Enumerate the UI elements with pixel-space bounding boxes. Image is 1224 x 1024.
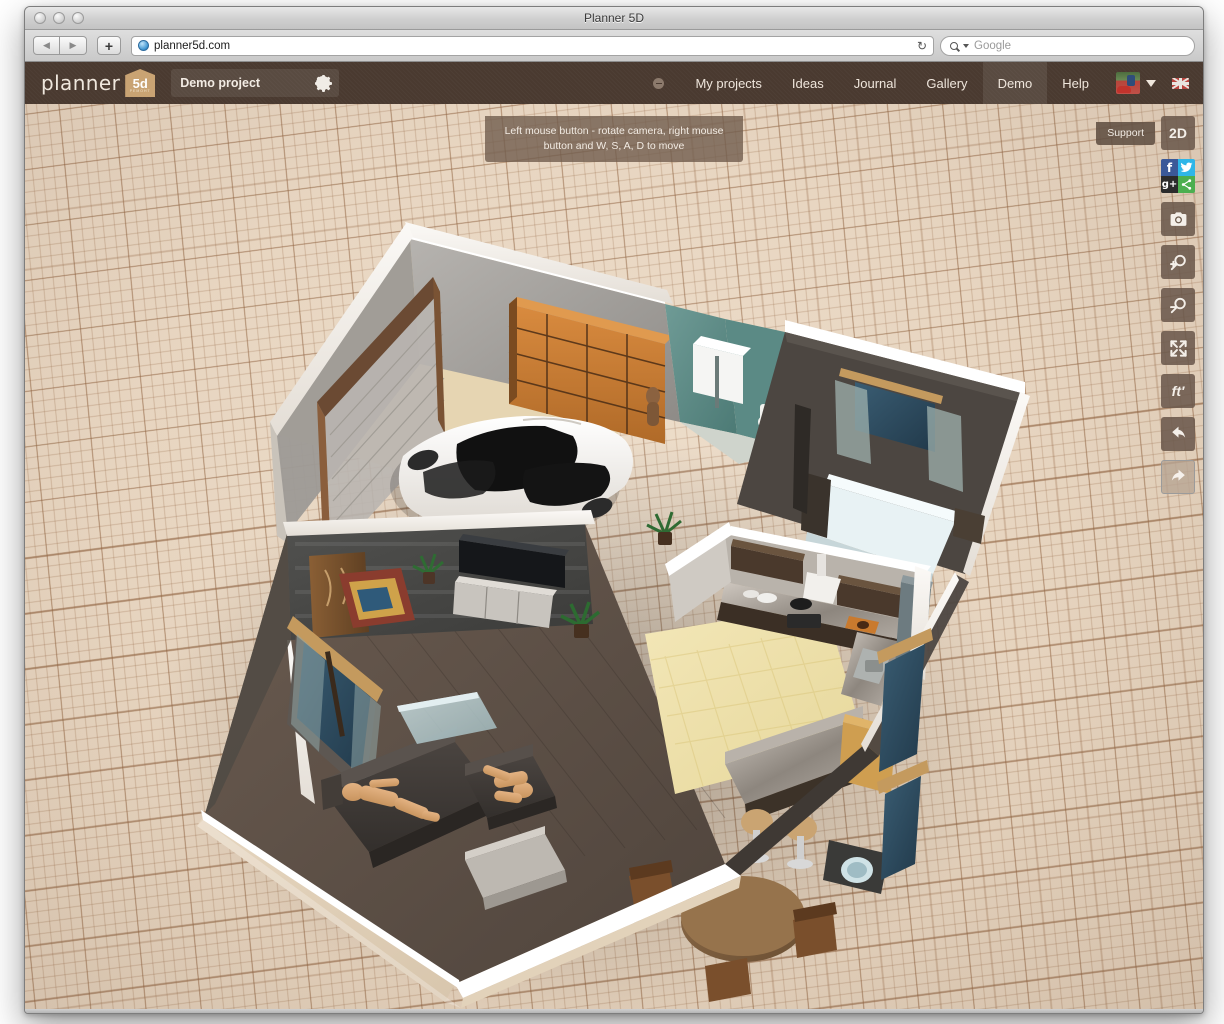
navigation-buttons[interactable]: ◀ ▶ bbox=[33, 36, 87, 55]
twitter-share-button[interactable] bbox=[1178, 159, 1195, 176]
globe-icon bbox=[138, 40, 149, 51]
address-bar[interactable]: planner5d.com ↻ bbox=[131, 36, 934, 56]
support-tab[interactable]: Support bbox=[1096, 122, 1155, 145]
user-menu[interactable] bbox=[1104, 72, 1164, 94]
zoom-in-button[interactable] bbox=[1161, 245, 1195, 279]
window-titlebar: Planner 5D bbox=[25, 7, 1203, 30]
logo-badge-icon: 5d РЕМОНТ bbox=[125, 69, 155, 97]
zoom-out-icon bbox=[1169, 296, 1188, 315]
house-model bbox=[25, 104, 1203, 1009]
fullscreen-button[interactable] bbox=[1161, 331, 1195, 365]
fullscreen-icon bbox=[1169, 339, 1188, 358]
redo-icon bbox=[1169, 468, 1188, 487]
window-title: Planner 5D bbox=[25, 11, 1203, 25]
screenshot-button[interactable] bbox=[1161, 202, 1195, 236]
planner5d-app: planner 5d РЕМОНТ Demo project bbox=[25, 62, 1203, 1009]
home-dot-icon bbox=[653, 78, 664, 89]
forward-button[interactable]: ▶ bbox=[60, 36, 87, 55]
project-name-field[interactable]: Demo project bbox=[171, 69, 339, 97]
floor-plan-3d-scene[interactable] bbox=[25, 104, 1203, 1009]
right-toolbar: 2D f g+ bbox=[1161, 116, 1195, 494]
main-navigation: My projects Ideas Journal Gallery Demo H… bbox=[637, 62, 1203, 104]
logo-wordmark: planner bbox=[41, 71, 120, 95]
browser-window: Planner 5D ◀ ▶ + planner5d.com ↻ Google … bbox=[24, 6, 1204, 1014]
zoom-out-button[interactable] bbox=[1161, 288, 1195, 322]
zoom-in-icon bbox=[1169, 253, 1188, 272]
view-mode-2d-label: 2D bbox=[1169, 125, 1187, 141]
facebook-share-button[interactable]: f bbox=[1161, 159, 1178, 176]
search-placeholder: Google bbox=[974, 40, 1011, 52]
project-name-label: Demo project bbox=[180, 76, 260, 90]
browser-toolbar: ◀ ▶ + planner5d.com ↻ Google bbox=[25, 30, 1203, 62]
undo-icon bbox=[1169, 425, 1188, 444]
app-header: planner 5d РЕМОНТ Demo project bbox=[25, 62, 1203, 104]
new-tab-button[interactable]: + bbox=[97, 36, 121, 55]
nav-item-ideas[interactable]: Ideas bbox=[777, 62, 839, 104]
undo-button[interactable] bbox=[1161, 417, 1195, 451]
googleplus-share-button[interactable]: g+ bbox=[1161, 176, 1178, 193]
design-canvas[interactable]: Left mouse button - rotate camera, right… bbox=[25, 104, 1203, 1009]
uk-flag-icon[interactable] bbox=[1172, 78, 1189, 89]
window-bottom-edge bbox=[25, 1009, 1203, 1013]
home-button[interactable] bbox=[637, 78, 680, 89]
nav-item-help[interactable]: Help bbox=[1047, 62, 1104, 104]
nav-item-journal[interactable]: Journal bbox=[839, 62, 912, 104]
chevron-down-icon[interactable] bbox=[1146, 80, 1156, 87]
share-button[interactable] bbox=[1178, 176, 1195, 193]
camera-hint-tooltip: Left mouse button - rotate camera, right… bbox=[485, 116, 743, 162]
nav-item-gallery[interactable]: Gallery bbox=[911, 62, 982, 104]
social-share-grid[interactable]: f g+ bbox=[1161, 159, 1195, 193]
reload-button[interactable]: ↻ bbox=[917, 39, 927, 53]
chevron-down-icon[interactable] bbox=[963, 44, 969, 48]
gear-icon[interactable] bbox=[316, 76, 330, 90]
search-field[interactable]: Google bbox=[940, 36, 1195, 56]
app-logo[interactable]: planner 5d РЕМОНТ bbox=[41, 69, 155, 97]
nav-item-my-projects[interactable]: My projects bbox=[680, 62, 776, 104]
units-label: ft′ bbox=[1172, 383, 1185, 399]
logo-badge-sub: РЕМОНТ bbox=[130, 90, 151, 94]
camera-icon bbox=[1169, 210, 1188, 229]
nav-item-demo[interactable]: Demo bbox=[983, 62, 1048, 104]
view-mode-2d-button[interactable]: 2D bbox=[1161, 116, 1195, 150]
units-button[interactable]: ft′ bbox=[1161, 374, 1195, 408]
address-bar-url: planner5d.com bbox=[154, 40, 230, 52]
user-avatar[interactable] bbox=[1116, 72, 1140, 94]
redo-button[interactable] bbox=[1161, 460, 1195, 494]
back-button[interactable]: ◀ bbox=[33, 36, 60, 55]
search-icon bbox=[950, 42, 958, 50]
